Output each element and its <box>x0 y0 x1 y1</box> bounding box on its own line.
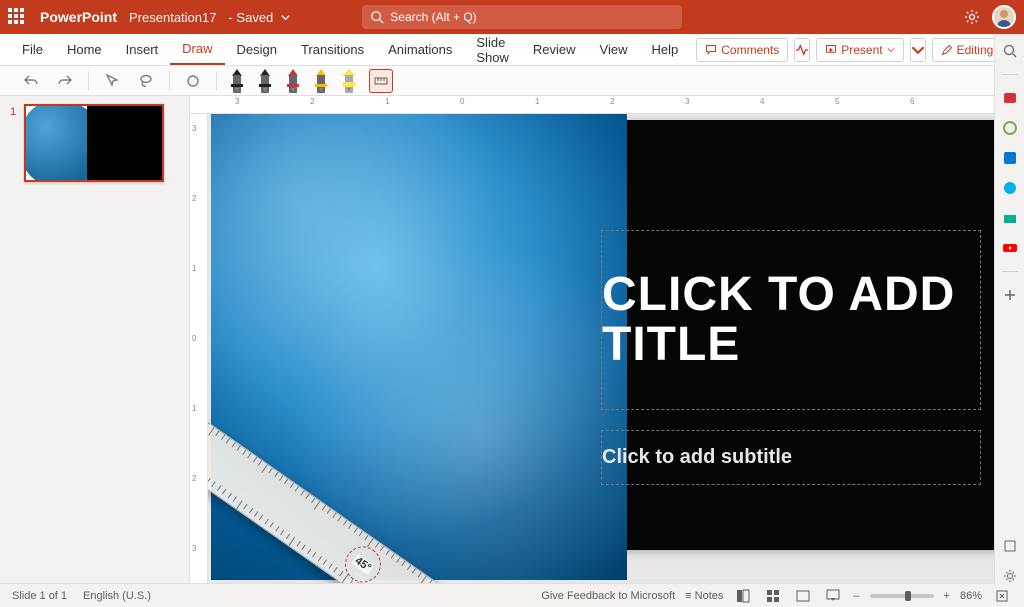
pen-black[interactable]: ▾ <box>229 69 245 93</box>
rail-skype-icon[interactable] <box>1001 179 1019 197</box>
rail-store-icon[interactable] <box>1001 209 1019 227</box>
tab-design[interactable]: Design <box>225 34 289 65</box>
lasso-tool[interactable] <box>135 70 157 92</box>
tab-slideshow[interactable]: Slide Show <box>464 34 521 65</box>
document-status: - Saved <box>228 10 273 25</box>
thumbnail-preview <box>24 104 164 182</box>
undo-button[interactable] <box>20 70 42 92</box>
slide-canvas[interactable]: CLICK TO ADD TITLE Click to add subtitle… <box>208 114 1024 583</box>
ruler-icon <box>373 73 389 89</box>
rail-add-icon[interactable] <box>1001 286 1019 304</box>
app-launcher-icon[interactable] <box>8 8 26 26</box>
thumbnail-item[interactable]: 1 <box>10 104 179 182</box>
ruler-tool[interactable] <box>369 69 393 93</box>
notes-button[interactable]: ≡ Notes <box>685 590 723 602</box>
feedback-link[interactable]: Give Feedback to Microsoft <box>541 590 675 602</box>
vertical-ruler: 3 2 1 0 1 2 3 <box>190 114 208 583</box>
rail-youtube-icon[interactable] <box>1001 239 1019 257</box>
chevron-down-icon <box>911 43 925 57</box>
rail-search-icon[interactable] <box>1001 42 1019 60</box>
pen-black-2[interactable]: ▾ <box>257 69 273 93</box>
zoom-in-button[interactable]: + <box>944 590 950 602</box>
rail-todo-icon[interactable] <box>1001 89 1019 107</box>
settings-icon[interactable] <box>964 9 980 25</box>
horizontal-ruler: 3 2 1 0 1 2 3 4 5 6 <box>190 96 1024 114</box>
highlighter-yellow[interactable]: ▾ <box>341 69 357 93</box>
title-placeholder[interactable]: CLICK TO ADD TITLE <box>601 230 981 410</box>
view-slideshow-button[interactable] <box>823 588 843 604</box>
slide: CLICK TO ADD TITLE Click to add subtitle… <box>231 120 1001 550</box>
tab-insert[interactable]: Insert <box>114 34 171 65</box>
ribbon-tabs: File Home Insert Draw Design Transitions… <box>0 34 1024 66</box>
main-area: 1 3 2 1 0 1 2 3 4 5 6 3 <box>0 96 1024 583</box>
subtitle-placeholder[interactable]: Click to add subtitle <box>601 430 981 485</box>
view-sorter-button[interactable] <box>763 588 783 604</box>
pen-red[interactable]: ▾ <box>285 69 301 93</box>
rail-settings-icon[interactable] <box>1001 567 1019 585</box>
status-bar: Slide 1 of 1 English (U.S.) Give Feedbac… <box>0 583 1024 607</box>
tab-draw[interactable]: Draw <box>170 34 224 65</box>
tab-review[interactable]: Review <box>521 34 588 65</box>
present-split-button[interactable] <box>910 38 926 62</box>
search-icon <box>370 10 384 24</box>
document-name[interactable]: Presentation17 <box>129 10 216 25</box>
app-name: PowerPoint <box>40 9 117 25</box>
catch-up-button[interactable] <box>794 38 810 62</box>
chevron-down-icon <box>887 46 895 54</box>
slide-thumbnails-panel: 1 <box>0 96 190 583</box>
comment-icon <box>705 44 717 56</box>
fit-to-window-button[interactable] <box>992 588 1012 604</box>
chevron-down-icon[interactable] <box>281 13 290 22</box>
slide-editor: 3 2 1 0 1 2 3 4 5 6 3 2 1 0 1 2 3 <box>190 96 1024 583</box>
pen-yellow[interactable]: ▾ <box>313 69 329 93</box>
view-normal-button[interactable] <box>733 588 753 604</box>
present-button[interactable]: Present <box>816 38 903 62</box>
rail-outlook-icon[interactable] <box>1001 149 1019 167</box>
view-reading-button[interactable] <box>793 588 813 604</box>
title-bar: PowerPoint Presentation17 - Saved Search… <box>0 0 1024 34</box>
tab-file[interactable]: File <box>10 34 55 65</box>
zoom-slider[interactable] <box>870 594 934 598</box>
present-icon <box>825 44 837 56</box>
user-avatar[interactable] <box>992 5 1016 29</box>
language-indicator[interactable]: English (U.S.) <box>83 590 151 602</box>
thumbnail-number: 1 <box>10 104 24 182</box>
zoom-out-button[interactable]: – <box>853 590 859 602</box>
zoom-level[interactable]: 86% <box>960 590 982 602</box>
draw-toolbar: ▾ ▾ ▾ ▾ ▾ <box>0 66 1024 96</box>
rail-collapse-icon[interactable] <box>1001 537 1019 555</box>
right-app-rail <box>994 34 1024 585</box>
slide-indicator: Slide 1 of 1 <box>12 590 67 602</box>
rail-copilot-icon[interactable] <box>1001 119 1019 137</box>
tab-home[interactable]: Home <box>55 34 114 65</box>
activity-icon <box>795 43 809 57</box>
select-tool[interactable] <box>101 70 123 92</box>
tab-animations[interactable]: Animations <box>376 34 464 65</box>
avatar-icon <box>994 7 1014 27</box>
search-input[interactable]: Search (Alt + Q) <box>362 5 682 29</box>
comments-button[interactable]: Comments <box>696 38 788 62</box>
pencil-icon <box>941 44 953 56</box>
tab-transitions[interactable]: Transitions <box>289 34 376 65</box>
tab-view[interactable]: View <box>588 34 640 65</box>
redo-button[interactable] <box>54 70 76 92</box>
tab-help[interactable]: Help <box>639 34 690 65</box>
eraser-tool[interactable] <box>182 70 204 92</box>
